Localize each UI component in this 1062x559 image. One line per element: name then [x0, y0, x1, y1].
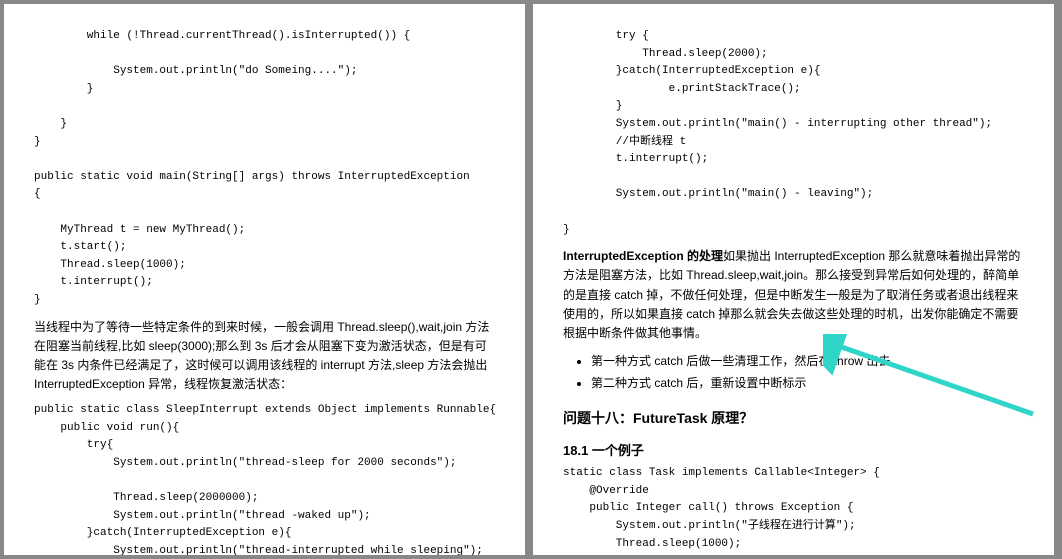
- code-block-1: while (!Thread.currentThread().isInterru…: [34, 28, 495, 310]
- question-heading: 问题十八：FutureTask 原理？: [563, 408, 1024, 428]
- code-block-3: try { Thread.sleep(2000); }catch(Interru…: [563, 28, 1024, 239]
- page-left: while (!Thread.currentThread().isInterru…: [4, 4, 525, 555]
- section-heading: 18.1 一个例子: [563, 440, 1024, 459]
- para2-bold: InterruptedException 的处理: [563, 249, 723, 263]
- code-block-2: public static class SleepInterrupt exten…: [34, 402, 495, 555]
- bullet-item: 第一种方式 catch 后做一些清理工作，然后在 throw 出去: [591, 351, 1024, 373]
- page-right: try { Thread.sleep(2000); }catch(Interru…: [533, 4, 1054, 555]
- paragraph-2: InterruptedException 的处理如果抛出 Interrupted…: [563, 247, 1024, 343]
- code-block-4: static class Task implements Callable<In…: [563, 465, 1024, 555]
- bullet-item: 第二种方式 catch 后，重新设置中断标示: [591, 373, 1024, 395]
- bullet-list: 第一种方式 catch 后做一些清理工作，然后在 throw 出去 第二种方式 …: [563, 351, 1024, 394]
- paragraph-1: 当线程中为了等待一些特定条件的到来时候，一般会调用 Thread.sleep()…: [34, 318, 495, 395]
